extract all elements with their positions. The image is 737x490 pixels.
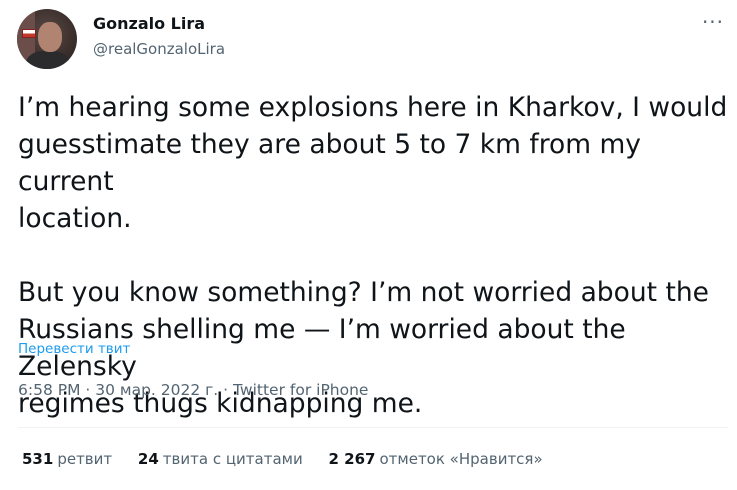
tweet-text-line: I’m hearing some explosions here in Khar… [18, 92, 728, 123]
translate-tweet-link[interactable]: Перевести твит [18, 341, 130, 357]
quotes-count: 24 [137, 450, 159, 468]
retweets-stat[interactable]: 531 ретвит [22, 450, 112, 468]
retweets-count: 531 [22, 450, 54, 468]
quotes-label: твита с цитатами [162, 450, 303, 468]
tweet-card: Gonzalo Lira @realGonzaloLira ··· I’m he… [0, 0, 737, 490]
avatar-shirt [26, 51, 70, 69]
tweet-text-line: location. [18, 203, 132, 234]
divider [18, 427, 728, 428]
likes-label: отметок «Нравится» [379, 450, 543, 468]
tweet-source[interactable]: Twitter for iPhone [233, 381, 368, 399]
likes-count: 2 267 [328, 450, 376, 468]
avatar-face [38, 22, 62, 52]
author-handle[interactable]: @realGonzaloLira [93, 40, 225, 58]
tweet-text-line: But you know something? I’m not worried … [18, 277, 709, 308]
tweet-time[interactable]: 6:58 PM [18, 381, 80, 399]
meta-separator: · [218, 381, 234, 399]
likes-stat[interactable]: 2 267 отметок «Нравится» [329, 450, 543, 468]
tweet-date[interactable]: 30 мар. 2022 г. [95, 381, 218, 399]
avatar[interactable] [17, 9, 77, 69]
avatar-flag [22, 29, 36, 38]
author-name[interactable]: Gonzalo Lira [93, 14, 205, 33]
meta-separator: · [80, 381, 96, 399]
more-options-icon[interactable]: ··· [700, 12, 726, 38]
retweets-label: ретвит [57, 450, 113, 468]
tweet-meta: 6:58 PM · 30 мар. 2022 г. · Twitter for … [18, 381, 368, 399]
tweet-text-line: guesstimate they are about 5 to 7 km fro… [18, 129, 641, 197]
tweet-stats: 531 ретвит 24 твита с цитатами 2 267 отмето… [22, 450, 564, 468]
tweet-text: I’m hearing some explosions here in Khar… [18, 89, 730, 422]
quotes-stat[interactable]: 24 твита с цитатами [138, 450, 303, 468]
